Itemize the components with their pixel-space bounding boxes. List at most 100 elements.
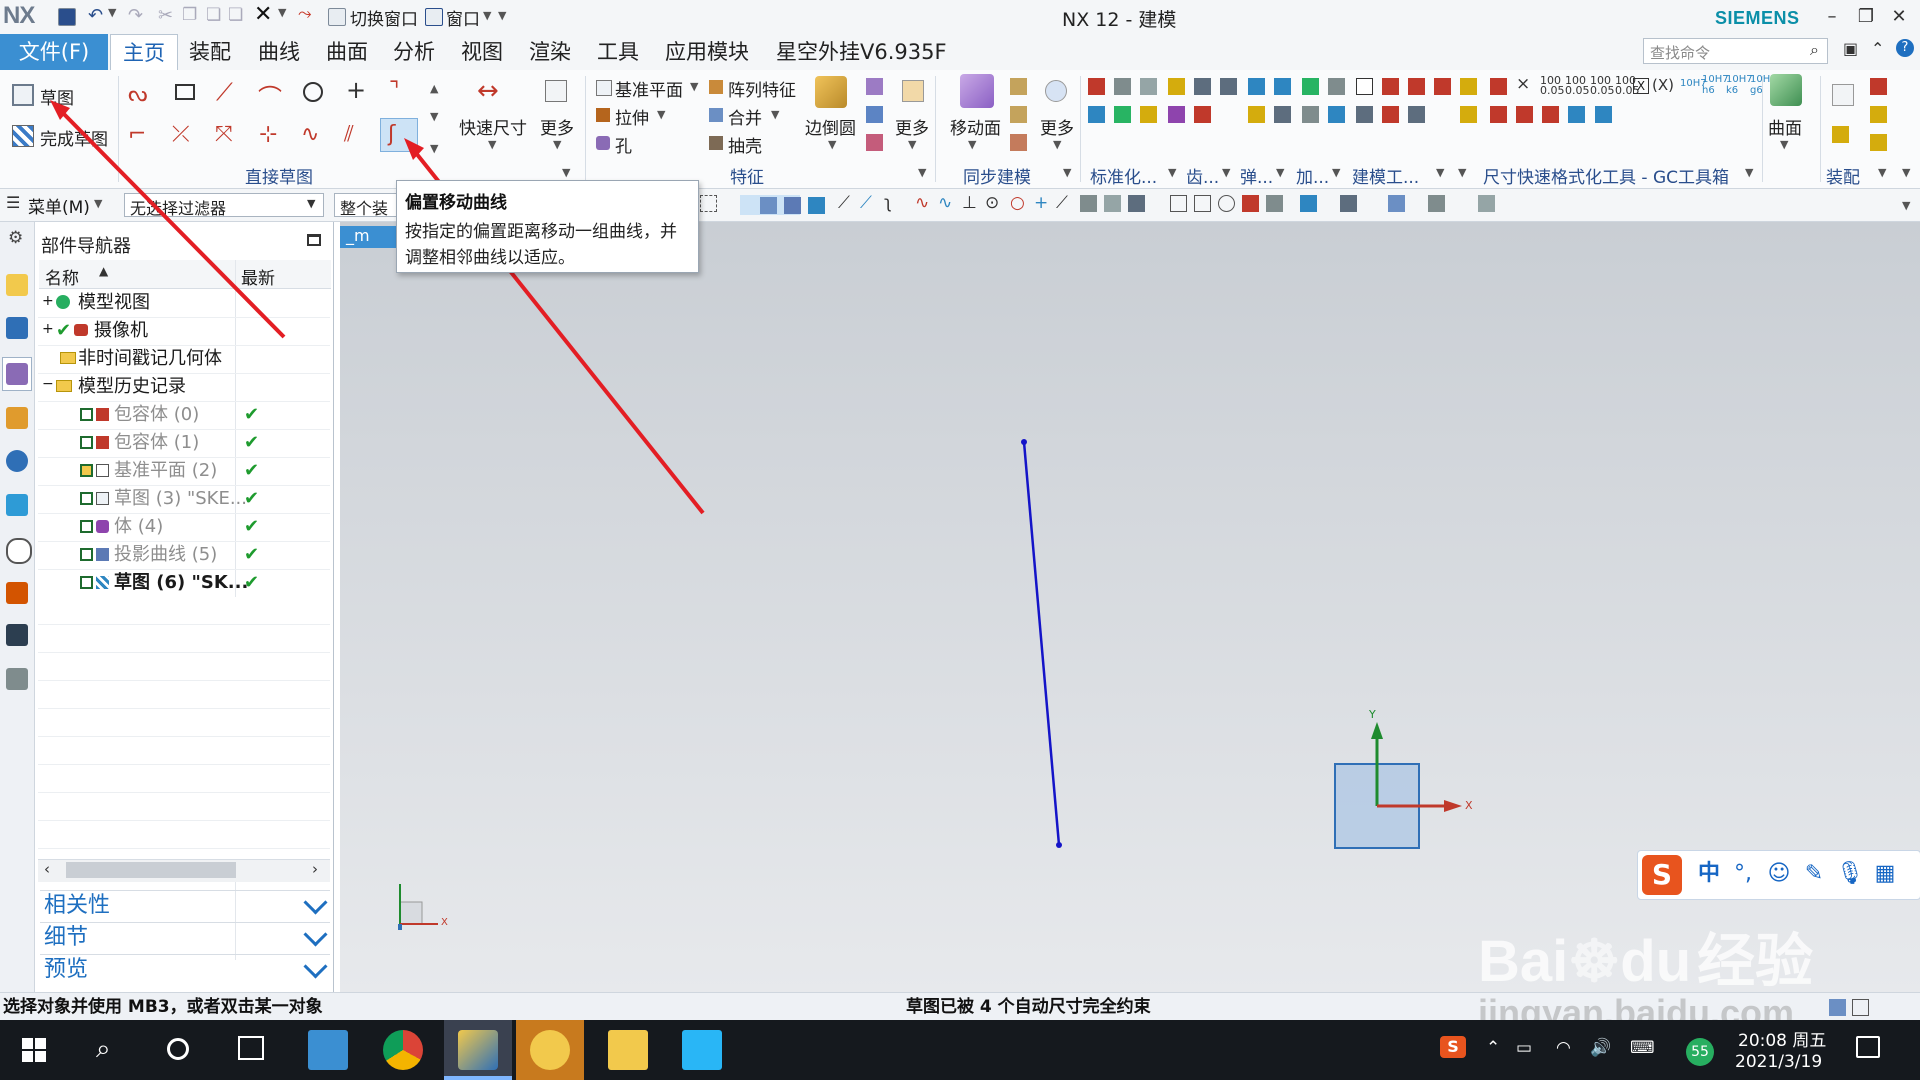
tab-home[interactable]: 主页	[110, 34, 178, 70]
notepad-app-icon[interactable]	[682, 1030, 722, 1070]
snap-intersection-icon[interactable]	[1080, 195, 1097, 212]
move-face-dropdown-icon[interactable]: ▼	[968, 138, 976, 151]
file-explorer-icon[interactable]	[608, 1030, 648, 1070]
sogou-tray-icon[interactable]: S	[1440, 1036, 1466, 1058]
tree-row-feature[interactable]: 基准平面 (2) ✔	[38, 457, 330, 486]
plugin-tool-icon[interactable]	[1328, 78, 1345, 95]
feature-tool-icon[interactable]	[866, 106, 883, 123]
tray-overflow-icon[interactable]: ⌃	[1486, 1038, 1500, 1058]
history-icon[interactable]	[6, 538, 32, 564]
gear-icon[interactable]: ⚙	[8, 228, 23, 248]
section-preview[interactable]: 预览	[40, 954, 330, 985]
surface-dropdown-icon[interactable]: ▼	[1780, 138, 1788, 151]
tree-row-feature-active[interactable]: 草图 (6) "SK... ✔	[38, 569, 330, 598]
plugin-tool-icon[interactable]	[1168, 106, 1185, 123]
feature-tool-icon[interactable]	[866, 134, 883, 151]
datum-plane-dropdown-icon[interactable]: ▼	[690, 80, 698, 93]
constraint-navigator-icon[interactable]	[6, 317, 28, 339]
minimize-button[interactable]: –	[1817, 2, 1847, 32]
pattern-feature-button[interactable]: 阵列特征	[728, 76, 796, 101]
tab-assembly[interactable]: 装配	[189, 34, 231, 70]
reuse-library-icon[interactable]	[6, 407, 28, 429]
more-feature-button[interactable]: 更多	[895, 114, 929, 139]
battery-tray-icon[interactable]: ▭	[1516, 1038, 1532, 1058]
snap-endpoint-icon[interactable]: ⊥	[962, 193, 977, 213]
quick-trim-icon[interactable]: ⤫	[172, 122, 190, 147]
view-tool-icon[interactable]	[1194, 195, 1211, 212]
menu-dropdown-icon[interactable]: ▼	[94, 197, 102, 210]
group-direct-sketch-dropdown-icon[interactable]: ▼	[562, 166, 570, 179]
tree-row-cameras[interactable]: + ✔ 摄像机	[38, 317, 330, 346]
tab-surface[interactable]: 曲面	[326, 34, 368, 70]
dim-format-icon[interactable]: 10H7 h6	[1702, 74, 1729, 96]
search-icon[interactable]: ⌕	[1810, 40, 1819, 60]
group-more-dropdown-icon[interactable]: ▼	[1458, 166, 1466, 179]
sketch-endpoint[interactable]	[1021, 439, 1027, 445]
gallery-expand-icon[interactable]: ▼	[430, 142, 438, 155]
tab-analysis[interactable]: 分析	[393, 34, 435, 70]
assembly-icon[interactable]	[1832, 84, 1854, 106]
plugin-tool-icon[interactable]	[1382, 78, 1399, 95]
gallery-down-icon[interactable]: ▼	[430, 110, 438, 123]
process-studio-icon[interactable]	[6, 624, 28, 646]
ime-language-toggle[interactable]: 中	[1696, 861, 1722, 887]
select-body-icon[interactable]	[760, 197, 777, 214]
checkbox-checked-icon[interactable]	[80, 576, 93, 589]
dim-format-icon[interactable]	[1542, 106, 1559, 123]
snap-circle-icon[interactable]: ○	[1010, 193, 1025, 213]
redo-icon[interactable]: ↷	[128, 5, 143, 26]
group-standard-dropdown-icon[interactable]: ▼	[1168, 166, 1176, 179]
arc-icon[interactable]: ⌒	[258, 78, 282, 113]
fillet-icon[interactable]: ⌝	[389, 78, 399, 103]
status-icon[interactable]	[1829, 999, 1846, 1016]
plugin-tool-icon[interactable]	[1460, 78, 1477, 95]
checkbox-checked-icon[interactable]	[80, 492, 93, 505]
move-face-button[interactable]: 移动面	[950, 114, 1001, 139]
search-icon[interactable]: ⌕	[96, 1034, 111, 1065]
menu-button[interactable]: 菜单(M)	[28, 193, 90, 218]
plugin-tool-icon[interactable]	[1302, 106, 1319, 123]
assembly-navigator-icon[interactable]	[6, 274, 28, 296]
keyboard-icon[interactable]: ⌨	[1630, 1038, 1655, 1058]
datum-plane-button[interactable]: 基准平面	[615, 76, 683, 101]
volume-icon[interactable]: 🔊	[1590, 1038, 1611, 1058]
command-search-input[interactable]: 查找命令	[1643, 38, 1828, 64]
studio-spline-icon[interactable]: ∿	[301, 122, 319, 147]
unite-dropdown-icon[interactable]: ▼	[771, 108, 779, 121]
tree-row-feature[interactable]: 包容体 (1) ✔	[38, 429, 330, 458]
paste-special-icon[interactable]: ❏	[228, 5, 243, 25]
plugin-tool-icon[interactable]	[1302, 78, 1319, 95]
layout-icon[interactable]	[1300, 195, 1317, 212]
tree-row-feature[interactable]: 体 (4) ✔	[38, 513, 330, 542]
assembly-tool-icon[interactable]	[1870, 134, 1887, 151]
make-corner-icon[interactable]: ⊹	[259, 122, 277, 147]
dim-format-icon[interactable]: X	[1633, 78, 1649, 94]
web-browser-icon[interactable]	[6, 494, 28, 516]
sync-tool-icon[interactable]	[1010, 78, 1027, 95]
more-sync-button[interactable]: 更多	[1040, 114, 1074, 139]
select-rectangle-icon[interactable]	[700, 195, 717, 212]
group-dim-format-dropdown-icon[interactable]: ▼	[1745, 166, 1753, 179]
snap-existing-icon[interactable]	[1128, 195, 1145, 212]
sogou-logo-icon[interactable]: S	[1642, 855, 1682, 895]
selection-scope-select[interactable]: 整个装配	[334, 193, 404, 242]
paste-icon[interactable]: ❏	[206, 5, 221, 25]
tab-render[interactable]: 渲染	[529, 34, 571, 70]
snap-center-icon[interactable]: ⊙	[985, 193, 999, 213]
handwriting-icon[interactable]: ✎	[1801, 861, 1827, 887]
snap-quadrant-icon[interactable]	[1104, 195, 1121, 212]
emoji-icon[interactable]: ☺	[1766, 861, 1792, 887]
sketch-curve[interactable]	[1022, 441, 1061, 846]
plugin-tool-icon[interactable]	[1114, 78, 1131, 95]
customize-quick-access-icon[interactable]: ▼	[498, 9, 506, 22]
undo-icon[interactable]: ↶	[88, 5, 103, 26]
task-view-icon[interactable]	[238, 1036, 264, 1060]
notification-icon[interactable]	[1856, 1036, 1880, 1058]
shell-button[interactable]: 抽壳	[728, 132, 762, 157]
point-icon[interactable]: +	[346, 76, 366, 104]
restore-button[interactable]: ❐	[1851, 2, 1881, 32]
section-icon[interactable]	[1428, 195, 1445, 212]
shaded-icon[interactable]	[1388, 195, 1405, 212]
view-tool-icon[interactable]	[1266, 195, 1283, 212]
clock-date[interactable]: 2021/3/19	[1735, 1052, 1822, 1072]
